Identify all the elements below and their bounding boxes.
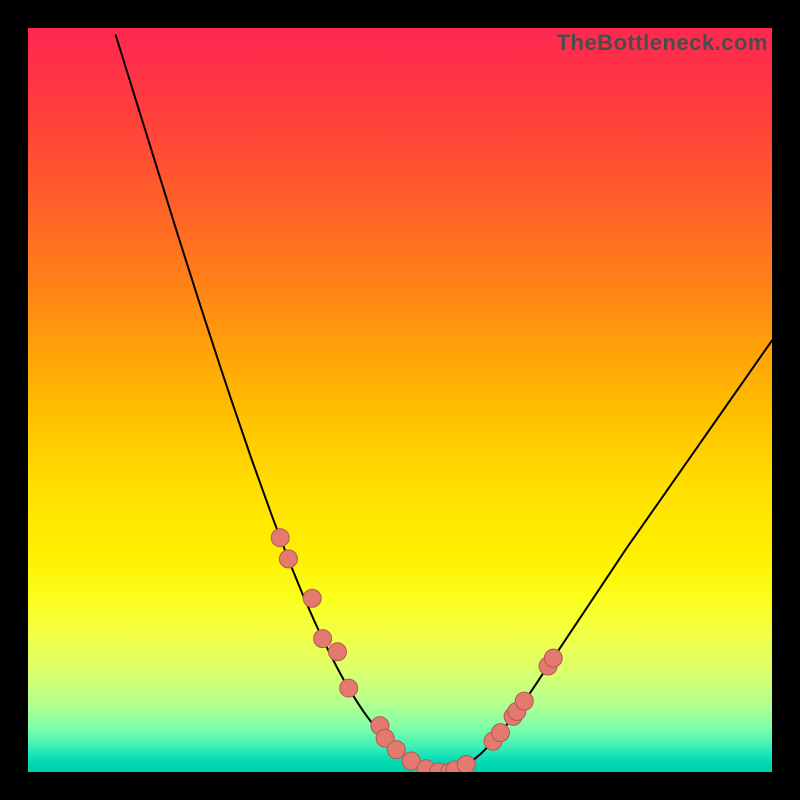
data-point (279, 550, 297, 568)
data-point (491, 724, 509, 742)
plot-area: TheBottleneck.com (28, 28, 772, 772)
chart-svg (28, 28, 772, 772)
data-point (544, 649, 562, 667)
data-point (457, 755, 475, 772)
data-point (329, 643, 347, 661)
data-point (314, 630, 332, 648)
data-point (515, 692, 533, 710)
data-point (340, 679, 358, 697)
curve-line (116, 35, 772, 772)
data-point (303, 589, 321, 607)
data-point (387, 741, 405, 759)
watermark-label: TheBottleneck.com (557, 30, 768, 56)
data-point (271, 529, 289, 547)
